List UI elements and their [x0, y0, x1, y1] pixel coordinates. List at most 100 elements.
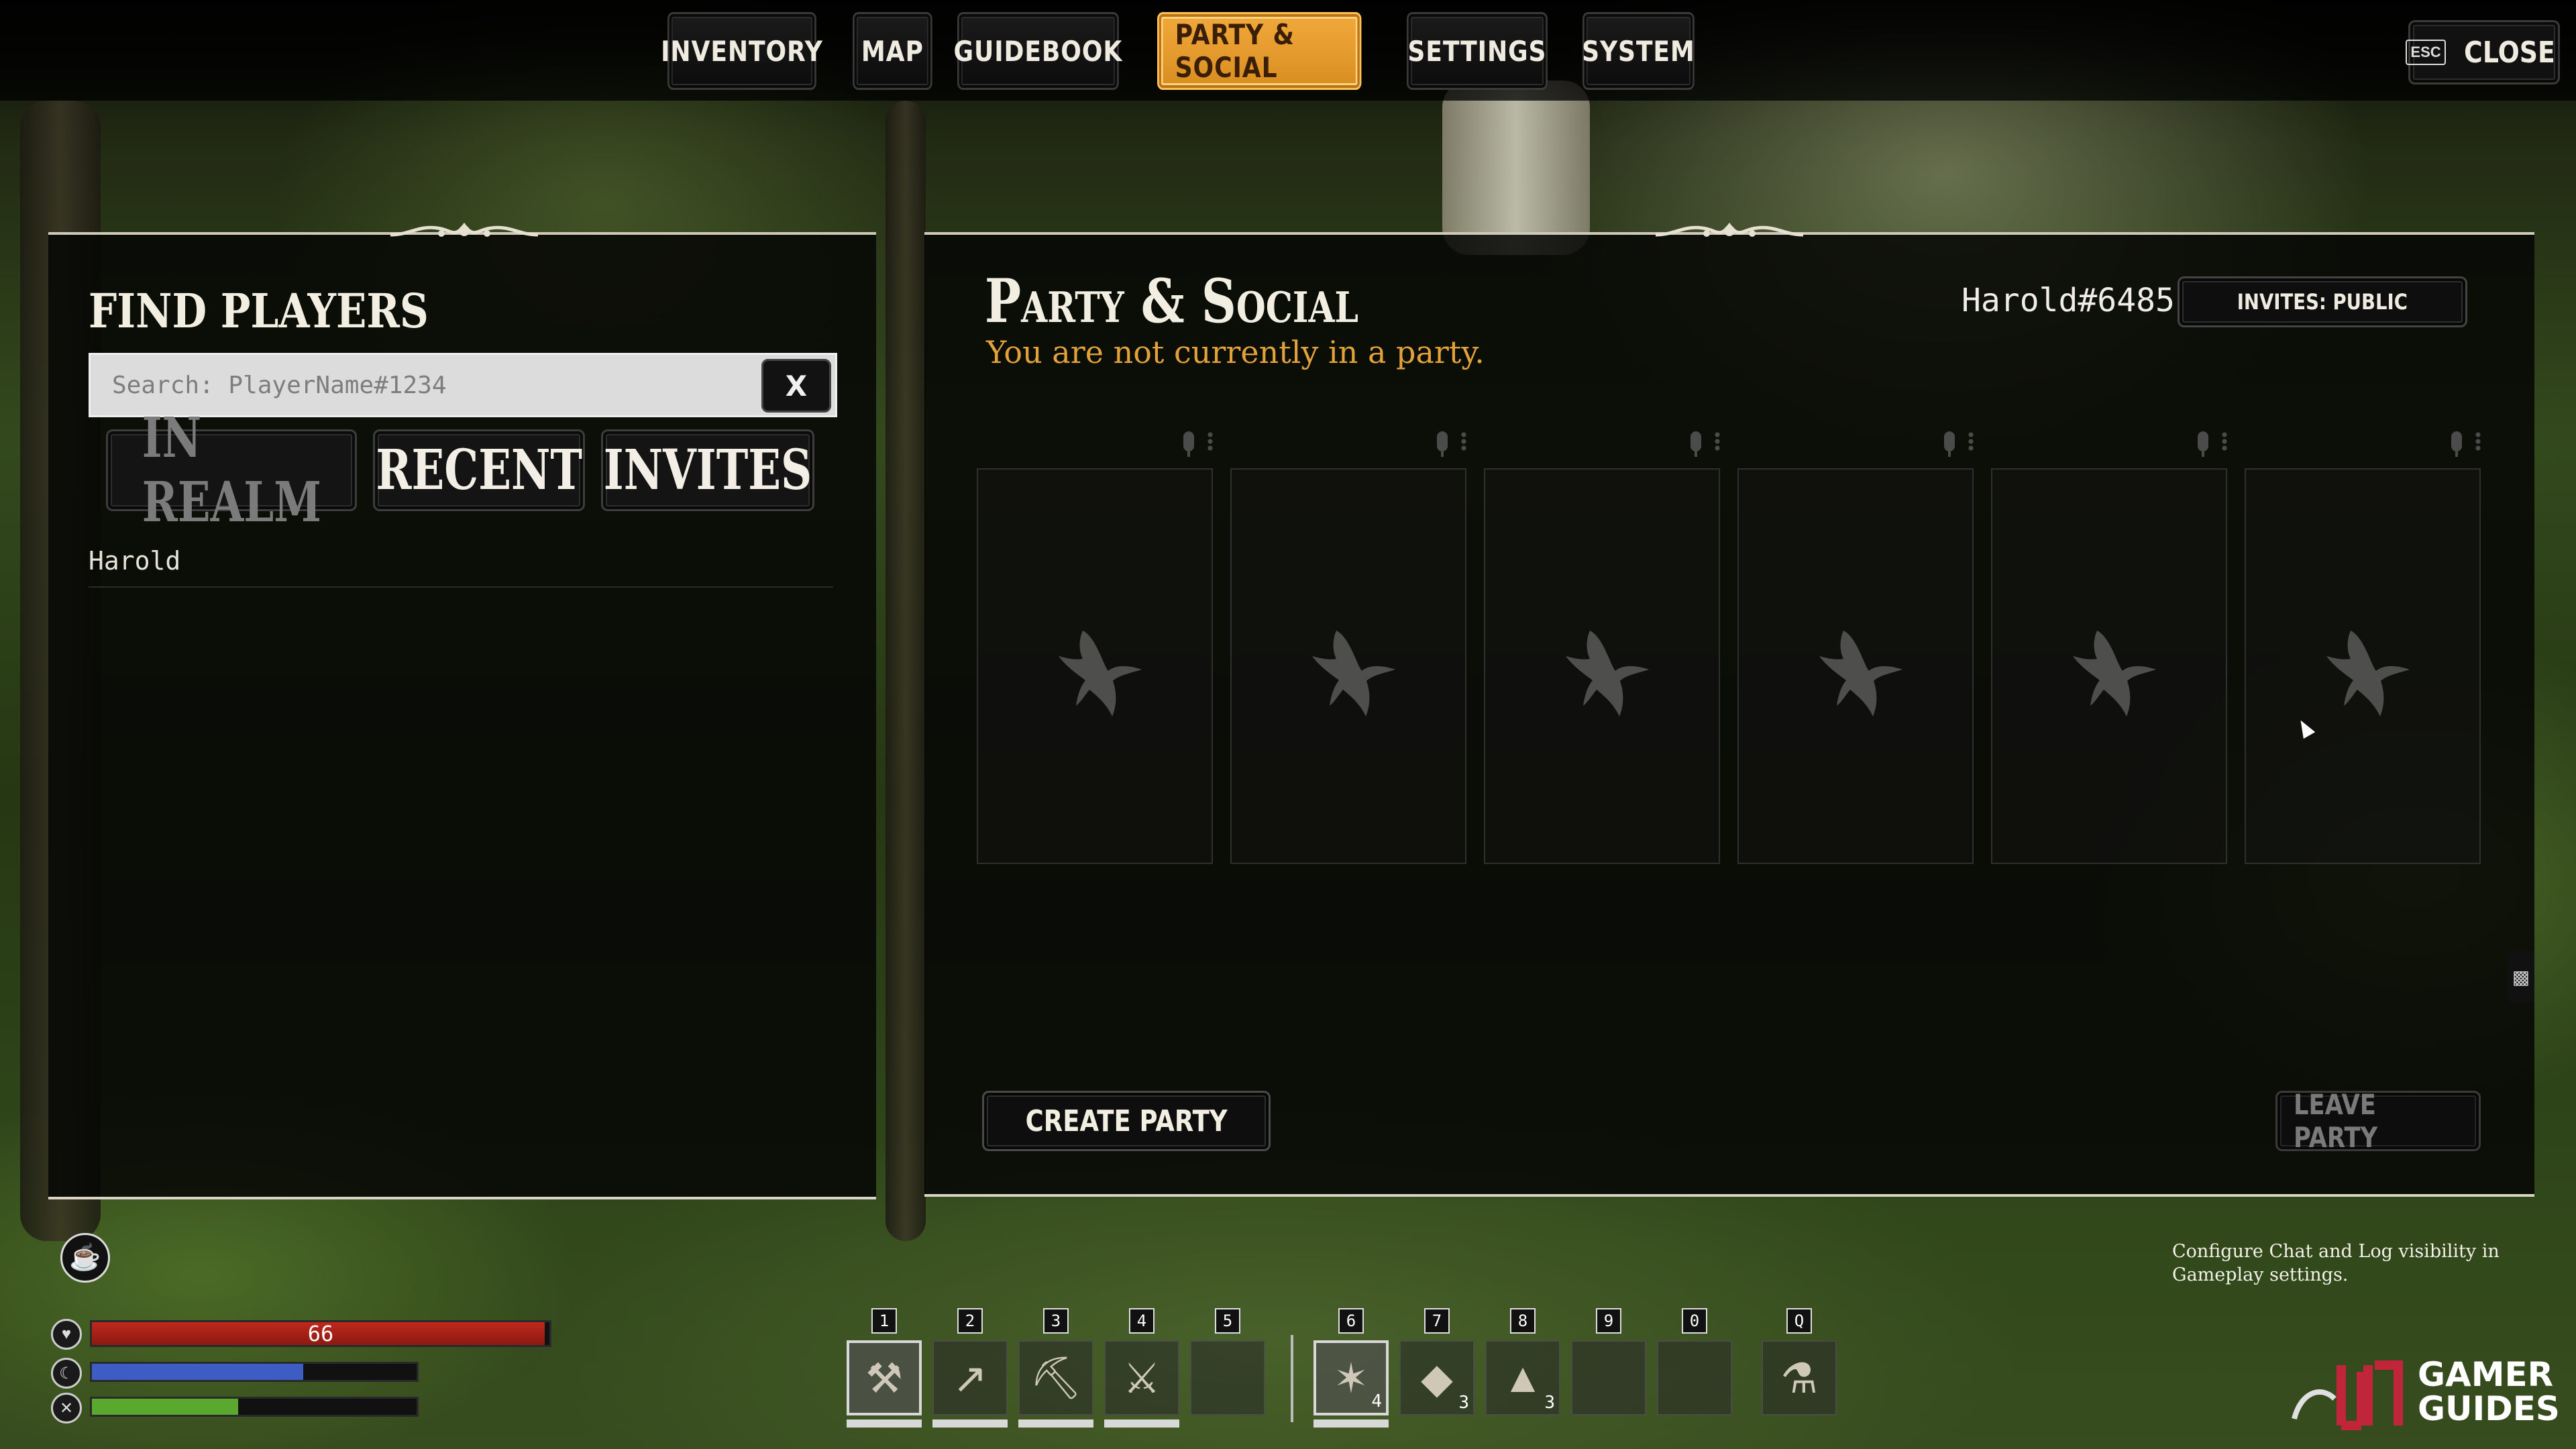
party-slot[interactable] [977, 428, 1213, 864]
hotkey-label: 6 [1338, 1308, 1364, 1334]
hotbar-slot[interactable] [1657, 1340, 1732, 1415]
durability-bar [847, 1419, 922, 1428]
player-filter-tabs: IN REALM RECENT INVITES [106, 406, 814, 535]
hotkey-label: 0 [1682, 1308, 1707, 1334]
more-options-icon[interactable] [2475, 431, 2481, 451]
more-options-icon[interactable] [2222, 431, 2227, 451]
hotbar-slot[interactable]: ◆ 3 [1399, 1340, 1474, 1415]
microphone-icon[interactable] [1437, 431, 1448, 457]
slot-controls [2427, 428, 2481, 457]
gamer-guides-watermark: GAMER GUIDES [2288, 1348, 2569, 1436]
microphone-icon[interactable] [2198, 431, 2208, 457]
tab-map[interactable]: MAP [853, 12, 932, 90]
more-options-icon[interactable] [1461, 431, 1466, 451]
filter-in-realm[interactable]: IN REALM [106, 406, 357, 535]
invites-visibility-button[interactable]: INVITES: PUBLIC [2178, 276, 2467, 327]
find-players-panel: FIND PLAYERS X IN REALM RECENT INVITES H… [48, 222, 876, 1199]
background-tree-trunk [1442, 80, 1590, 255]
tab-inventory[interactable]: INVENTORY [661, 12, 822, 90]
panel-ornament-icon [1655, 222, 1804, 237]
health-value: 66 [307, 1321, 334, 1346]
hotbar-slot[interactable]: ▲ 3 [1485, 1340, 1560, 1415]
create-party-button[interactable]: CREATE PARTY [982, 1091, 1271, 1151]
more-options-icon[interactable] [1968, 431, 1974, 451]
tab-party-social[interactable]: PARTY & SOCIAL [1157, 12, 1362, 90]
item-count: 3 [1544, 1393, 1555, 1413]
player-vitals-hud: ☕ ♥ 66 ☾ ✕ [0, 1221, 604, 1449]
chat-toggle-icon[interactable]: ▩ [2508, 951, 2534, 1002]
chat-log-hint: Configure Chat and Log visibility in Gam… [2172, 1241, 2500, 1286]
more-options-icon[interactable] [1715, 431, 1720, 451]
durability-bar [1104, 1419, 1179, 1428]
hotkey-label: 3 [1043, 1308, 1069, 1334]
hotbar: 1 ⚒ 2 ↗ 3 ⛏ 4 ⚔ 5 6 ✶ 4 7 ◆ 3 8 ▲ 3 9 0 Q ⚗ [847, 1308, 1853, 1429]
hotbar-slot[interactable]: ⚗ [1762, 1340, 1837, 1415]
hotbar-slot[interactable]: ⚒ [847, 1340, 922, 1415]
party-slot[interactable] [1484, 428, 1720, 864]
leave-party-button[interactable]: LEAVE PARTY [2275, 1088, 2481, 1154]
filter-invites[interactable]: INVITES [601, 429, 814, 511]
empty-party-slot-card[interactable] [977, 468, 1213, 864]
party-slot[interactable] [1737, 428, 1974, 864]
empty-party-slot-card[interactable] [1991, 468, 2227, 864]
empty-party-slot-card[interactable] [1484, 468, 1720, 864]
filter-recent[interactable]: RECENT [373, 429, 585, 511]
microphone-icon[interactable] [1183, 431, 1194, 457]
filter-in-realm-label: IN REALM [142, 406, 321, 535]
party-slot[interactable] [1991, 428, 2227, 864]
hotbar-slot[interactable] [1190, 1340, 1265, 1415]
stamina-bar [90, 1362, 419, 1382]
empty-party-slot-card[interactable] [1230, 468, 1466, 864]
hotbar-divider [1291, 1335, 1293, 1422]
microphone-icon[interactable] [2451, 431, 2462, 457]
stone-axe-icon: ⚒ [865, 1355, 903, 1402]
party-slot[interactable] [2245, 428, 2481, 864]
close-label: CLOSE [2463, 35, 2555, 70]
slot-controls [1159, 428, 1213, 457]
tab-settings[interactable]: SETTINGS [1407, 12, 1548, 90]
slot-controls [2174, 428, 2227, 457]
eagle-silhouette-icon [1059, 631, 1142, 716]
hunger-bar-fill [92, 1399, 238, 1415]
hotbar-slot[interactable]: ↗ [932, 1340, 1008, 1415]
more-options-icon[interactable] [1208, 431, 1213, 451]
gamer-guides-line2: GUIDES [2418, 1389, 2560, 1428]
hotbar-slot[interactable] [1571, 1340, 1646, 1415]
invites-visibility-label: INVITES: PUBLIC [2237, 289, 2408, 315]
hotbar-slot[interactable]: ⚔ [1104, 1340, 1179, 1415]
durability-bar [932, 1419, 1008, 1428]
gamer-guides-text: GAMER GUIDES [2418, 1358, 2560, 1426]
hotkey-label: 5 [1215, 1308, 1240, 1334]
microphone-icon[interactable] [1690, 431, 1701, 457]
gamer-guides-logo-icon [2292, 1360, 2403, 1430]
microphone-icon[interactable] [1944, 431, 1955, 457]
flint-icon: ▲ [1502, 1354, 1544, 1401]
eagle-silhouette-icon [2073, 631, 2156, 716]
top-nav-bar: INVENTORY MAP GUIDEBOOK PARTY & SOCIAL S… [0, 0, 2576, 101]
stone-spear-icon: ↗ [953, 1355, 987, 1402]
tab-system[interactable]: SYSTEM [1582, 12, 1695, 90]
esc-key-icon: ESC [2406, 40, 2446, 65]
pickaxe-icon: ⛏ [1029, 1354, 1083, 1401]
filter-recent-label: RECENT [376, 438, 582, 502]
durability-bar [1018, 1419, 1093, 1428]
flask-icon: ⚗ [1780, 1355, 1818, 1402]
crossed-tools-icon: ⚔ [1123, 1355, 1161, 1402]
hotbar-slot[interactable]: ✶ 4 [1313, 1340, 1389, 1415]
item-count: 3 [1458, 1393, 1469, 1413]
close-button[interactable]: ESC CLOSE [2406, 20, 2560, 85]
party-social-panel: Party & Social You are not currently in … [924, 222, 2534, 1197]
empty-party-slot-card[interactable] [1737, 468, 1974, 864]
torch-icon: ✶ [1334, 1355, 1368, 1402]
eagle-silhouette-icon [1312, 631, 1395, 716]
search-clear-button[interactable]: X [761, 359, 831, 413]
party-social-title: Party & Social [985, 266, 1358, 337]
tab-guidebook[interactable]: GUIDEBOOK [954, 12, 1122, 90]
hotbar-slot[interactable]: ⛏ [1018, 1340, 1093, 1415]
eagle-silhouette-icon [1566, 631, 1649, 716]
empty-party-slot-card[interactable] [2245, 468, 2481, 864]
party-slot[interactable] [1230, 428, 1466, 864]
hotkey-label: 1 [871, 1308, 897, 1334]
filter-invites-label: INVITES [603, 438, 812, 502]
player-list-item[interactable]: Harold [89, 546, 833, 588]
